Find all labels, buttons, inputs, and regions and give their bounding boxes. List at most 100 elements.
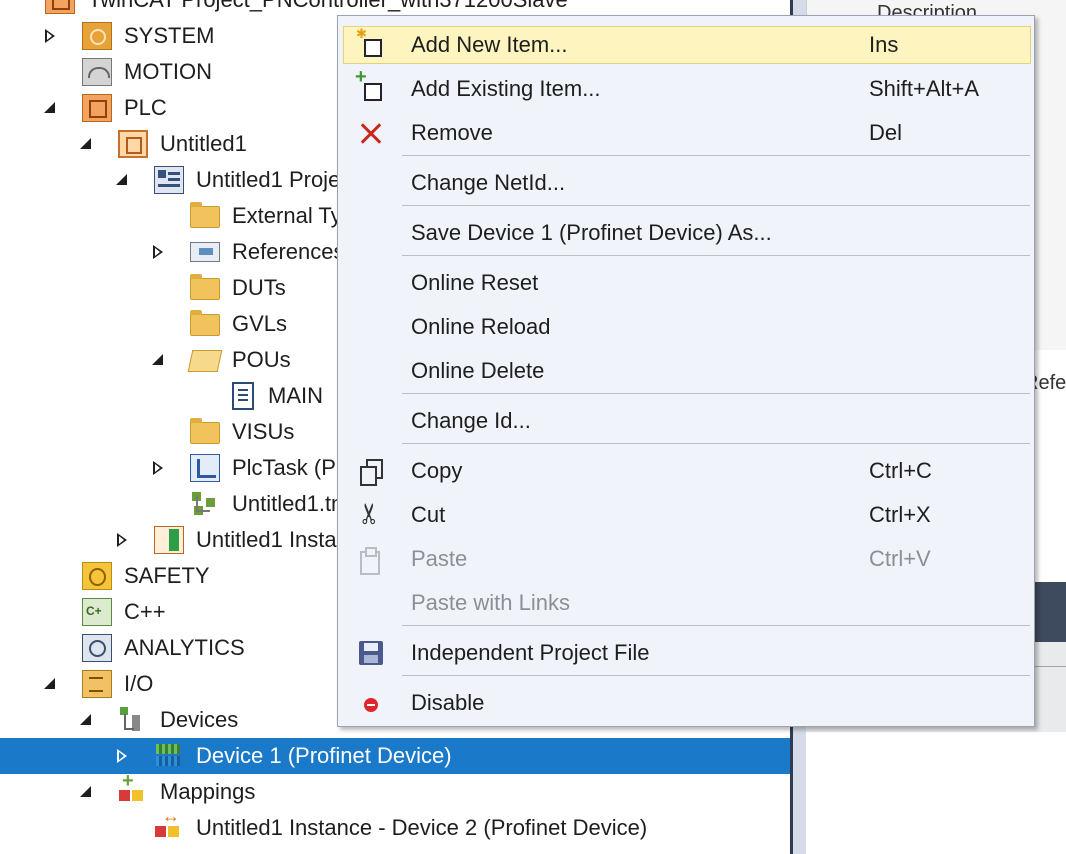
paste-clipboard-icon: [356, 545, 384, 575]
bottom-pane: [806, 732, 1066, 854]
tree-label: Device 1 (Profinet Device): [196, 743, 452, 768]
tree-label: I/O: [124, 671, 154, 696]
disable-stop-icon: [356, 689, 384, 717]
menu-item-disable[interactable]: Disable: [344, 685, 1030, 721]
menu-label: Online Reload: [411, 314, 551, 339]
menu-label: Online Reset: [411, 270, 539, 295]
menu-item-independent-project-file[interactable]: Independent Project File: [344, 635, 1030, 671]
tree-label: POUs: [232, 347, 291, 372]
menu-label: Add Existing Item...: [411, 76, 601, 101]
mapping-link-icon: [154, 806, 184, 842]
tmc-file-icon: [190, 490, 220, 518]
tree-label: DUTs: [232, 275, 286, 300]
tree-label: Mappings: [160, 779, 256, 804]
floppy-disk-icon: [356, 639, 384, 667]
folder-open-icon: [187, 350, 223, 372]
copy-icon: [356, 457, 384, 486]
expander-expanded-icon[interactable]: [76, 702, 96, 738]
menu-separator: [402, 675, 1030, 676]
project-icon: [45, 0, 75, 14]
tree-row-mappings[interactable]: Mappings: [0, 770, 790, 810]
profinet-device-icon: [154, 742, 184, 770]
instance-icon: [154, 526, 184, 554]
tree-label: SAFETY: [124, 563, 210, 588]
menu-label: Paste: [411, 546, 468, 571]
menu-item-copy[interactable]: Copy Ctrl+C: [344, 453, 1030, 489]
folder-icon: [190, 418, 220, 444]
menu-label: Online Delete: [411, 358, 545, 383]
menu-item-add-new-item[interactable]: Add New Item... Ins: [343, 26, 1031, 64]
tree-label: C++: [124, 599, 166, 624]
tree-label: VISUs: [232, 419, 295, 444]
task-icon: [190, 454, 220, 482]
analytics-icon: [82, 634, 112, 662]
expander-expanded-icon[interactable]: [76, 774, 96, 810]
references-icon: [190, 242, 220, 262]
tree-label: GVLs: [232, 311, 288, 336]
menu-shortcut: Ctrl+C: [869, 458, 932, 483]
menu-item-cut[interactable]: Cut Ctrl+X: [344, 497, 1030, 533]
devices-icon: [118, 706, 148, 734]
scissors-icon: [356, 501, 384, 529]
menu-item-remove[interactable]: Remove Del: [344, 115, 1030, 151]
menu-label: Paste with Links: [411, 590, 570, 615]
tree-label: References: [232, 239, 345, 264]
io-icon: [82, 670, 112, 698]
tree-label: Devices: [160, 707, 239, 732]
folder-icon: [190, 310, 220, 336]
expander-expanded-icon[interactable]: [40, 666, 60, 702]
menu-item-paste[interactable]: Paste Ctrl+V: [344, 541, 1030, 577]
menu-item-change-id[interactable]: Change Id...: [344, 403, 1030, 439]
expander-expanded-icon[interactable]: [148, 342, 168, 378]
menu-label: Independent Project File: [411, 640, 650, 665]
menu-separator: [402, 625, 1030, 626]
expander-collapsed-icon[interactable]: [148, 450, 168, 486]
remove-x-icon: [356, 119, 384, 147]
tree-label: Untitled1 Instance - Device 2 (Profinet …: [196, 815, 648, 840]
context-menu: Add New Item... Ins Add Existing Item...…: [337, 15, 1035, 727]
expander-collapsed-icon[interactable]: [40, 18, 60, 54]
motion-icon: [82, 58, 112, 86]
menu-shortcut: Del: [869, 120, 903, 145]
menu-separator: [402, 393, 1030, 394]
tree-row-device1-selected[interactable]: Device 1 (Profinet Device): [0, 738, 790, 774]
menu-item-online-delete[interactable]: Online Delete: [344, 353, 1030, 389]
menu-item-paste-with-links[interactable]: Paste with Links: [344, 585, 1030, 621]
expander-expanded-icon[interactable]: [40, 90, 60, 126]
menu-item-online-reload[interactable]: Online Reload: [344, 309, 1030, 345]
expander-collapsed-icon[interactable]: [112, 738, 132, 774]
menu-label: Save Device 1 (Profinet Device) As...: [411, 220, 772, 245]
tree-row-mapping-instance[interactable]: Untitled1 Instance - Device 2 (Profinet …: [0, 806, 790, 846]
expander-expanded-icon[interactable]: [112, 162, 132, 198]
tree-label: PLC: [124, 95, 167, 120]
add-existing-item-icon: [355, 66, 384, 103]
tree-label: SYSTEM: [124, 23, 215, 48]
menu-label: Cut: [411, 502, 446, 527]
plc-project-icon: [118, 130, 148, 158]
system-icon: [82, 22, 112, 50]
menu-item-add-existing-item[interactable]: Add Existing Item... Shift+Alt+A: [344, 66, 1030, 107]
expander-collapsed-icon[interactable]: [148, 234, 168, 270]
menu-label: Change NetId...: [411, 170, 566, 195]
folder-icon: [190, 274, 220, 300]
menu-separator: [402, 443, 1030, 444]
menu-shortcut: Shift+Alt+A: [869, 76, 980, 101]
project-file-icon: [154, 166, 184, 194]
menu-shortcut: Ctrl+X: [869, 502, 931, 527]
tree-label: MOTION: [124, 59, 212, 84]
program-document-icon: [232, 382, 254, 410]
menu-separator: [402, 155, 1030, 156]
menu-item-save-device-as[interactable]: Save Device 1 (Profinet Device) As...: [344, 215, 1030, 251]
folder-icon: [190, 202, 220, 228]
menu-shortcut: Ctrl+V: [869, 546, 931, 571]
menu-item-online-reset[interactable]: Online Reset: [344, 265, 1030, 301]
safety-icon: [82, 562, 112, 590]
expander-expanded-icon[interactable]: [76, 126, 96, 162]
expander-collapsed-icon[interactable]: [112, 522, 132, 558]
menu-item-change-netid[interactable]: Change NetId...: [344, 165, 1030, 201]
tree-label: ANALYTICS: [124, 635, 245, 660]
tree-label: Untitled1: [160, 131, 247, 156]
cpp-icon: [82, 598, 112, 626]
plc-icon: [82, 94, 112, 122]
menu-separator: [402, 255, 1030, 256]
